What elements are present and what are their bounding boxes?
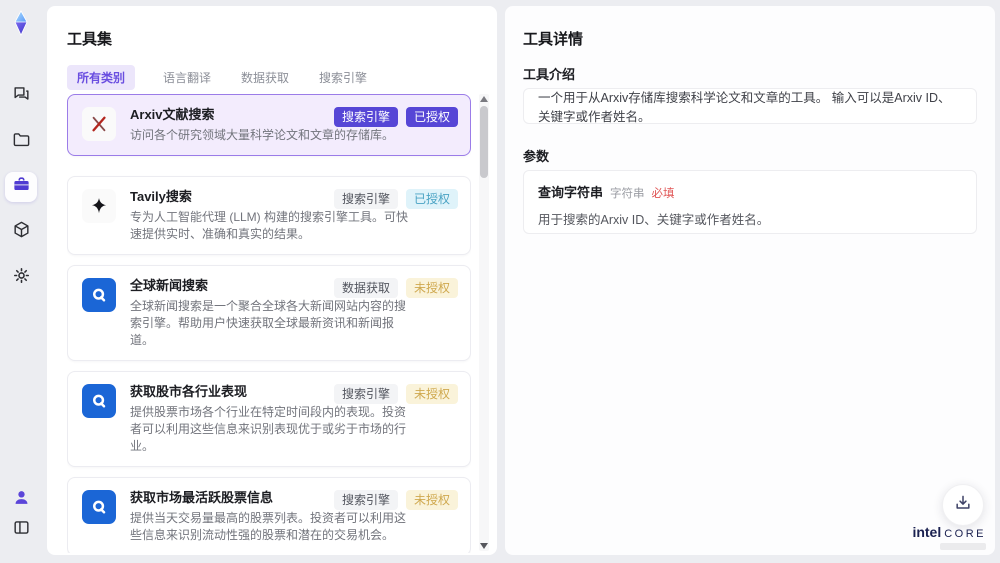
intro-text: 一个用于从Arxiv存储库搜索科学论文和文章的工具。 输入可以是Arxiv ID…: [538, 91, 951, 124]
status-badge: 未授权: [405, 384, 458, 404]
tool-desc: 提供当天交易量最高的股票列表。投资者可以利用这些信息来识别流动性强的股票和潜在的…: [130, 511, 407, 542]
brand-watermark-bar: [940, 543, 986, 550]
tool-card-active-stocks[interactable]: 获取市场最活跃股票信息 提供当天交易量最高的股票列表。投资者可以利用这些信息来识…: [67, 477, 471, 553]
tool-desc: 提供股票市场各个行业在特定时间段内的表现。投资者可以利用这些信息来识别表现优于或…: [130, 405, 407, 453]
scroll-up-arrow-icon[interactable]: [480, 96, 488, 102]
sidebar: [0, 0, 42, 563]
tab-all-categories[interactable]: 所有类别: [67, 65, 136, 90]
sidebar-item-chat[interactable]: [9, 84, 33, 108]
chat-icon: [12, 84, 31, 108]
tool-desc: 专为人工智能代理 (LLM) 构建的搜索引擎工具。可快速提供实时、准确和真实的结…: [130, 210, 409, 241]
param-desc: 用于搜索的Arxiv ID、关键字或作者姓名。: [538, 213, 770, 227]
tab-search-engine[interactable]: 搜索引擎: [317, 65, 369, 90]
briefcase-icon: [12, 175, 31, 199]
tool-card-global-news[interactable]: 全球新闻搜索 全球新闻搜索是一个聚合全球各大新闻网站内容的搜索引擎。帮助用户快速…: [67, 265, 471, 361]
status-badge: 已授权: [405, 189, 458, 209]
tool-desc: 全球新闻搜索是一个聚合全球各大新闻网站内容的搜索引擎。帮助用户快速获取全球最新资…: [130, 299, 407, 347]
tool-list: Arxiv文献搜索 访问各个研究领域大量科学论文和文章的存储库。 搜索引擎 已授…: [67, 94, 471, 553]
sidebar-item-models[interactable]: [9, 220, 33, 244]
sidebar-item-files[interactable]: [9, 130, 33, 154]
tool-tags: 搜索引擎 已授权: [333, 189, 458, 209]
status-badge: 已授权: [405, 107, 458, 127]
arxiv-logo-icon: [82, 107, 116, 141]
tab-data-fetch[interactable]: 数据获取: [239, 65, 291, 90]
tool-desc: 访问各个研究领域大量科学论文和文章的存储库。: [130, 128, 395, 142]
download-button[interactable]: [942, 484, 984, 526]
tavily-star-icon: [82, 189, 116, 223]
tab-language-translation[interactable]: 语言翻译: [161, 65, 213, 90]
category-tag: 数据获取: [333, 278, 398, 298]
tool-details-panel: 工具详情 工具介绍 一个用于从Arxiv存储库搜索科学论文和文章的工具。 输入可…: [505, 6, 995, 555]
tool-card-stock-sectors[interactable]: 获取股市各行业表现 提供股票市场各个行业在特定时间段内的表现。投资者可以利用这些…: [67, 371, 471, 467]
category-tabs: 所有类别 语言翻译 数据获取 搜索引擎: [67, 65, 369, 90]
news-q-icon: [82, 278, 116, 312]
core-logo-text: CORE: [944, 528, 986, 540]
intel-logo-text: intel: [912, 524, 942, 540]
news-q-icon: [82, 384, 116, 418]
tool-tags: 数据获取 未授权: [333, 278, 458, 298]
news-q-icon: [82, 490, 116, 524]
download-icon: [953, 493, 973, 518]
category-tag: 搜索引擎: [333, 189, 398, 209]
sidebar-item-tools[interactable]: [5, 172, 37, 202]
app-window: 工具集 所有类别 语言翻译 数据获取 搜索引擎 Arxiv文献搜索 访问各个研究…: [0, 0, 1000, 563]
user-icon: [12, 488, 31, 512]
status-badge: 未授权: [405, 490, 458, 510]
sidebar-item-collapse[interactable]: [9, 518, 33, 542]
category-tag: 搜索引擎: [333, 107, 398, 127]
folder-icon: [12, 130, 31, 154]
param-name: 查询字符串: [538, 185, 604, 200]
details-title: 工具详情: [523, 31, 584, 48]
param-box: 查询字符串 字符串 必填 用于搜索的Arxiv ID、关键字或作者姓名。: [523, 170, 977, 234]
category-tag: 搜索引擎: [333, 490, 398, 510]
tool-card-tavily[interactable]: Tavily搜索 专为人工智能代理 (LLM) 构建的搜索引擎工具。可快速提供实…: [67, 176, 471, 255]
cube-icon: [12, 220, 31, 244]
intel-core-branding: intel CORE: [912, 524, 986, 550]
tool-tags: 搜索引擎 未授权: [333, 384, 458, 404]
params-heading: 参数: [523, 149, 550, 164]
intro-heading: 工具介绍: [523, 67, 576, 82]
status-badge: 未授权: [405, 278, 458, 298]
gear-icon: [12, 266, 31, 290]
tool-tags: 搜索引擎 已授权: [333, 107, 458, 127]
sidebar-item-settings[interactable]: [9, 266, 33, 290]
intro-box: 一个用于从Arxiv存储库搜索科学论文和文章的工具。 输入可以是Arxiv ID…: [523, 88, 977, 124]
panel-icon: [12, 518, 31, 542]
scroll-down-arrow-icon[interactable]: [480, 543, 488, 549]
param-type: 字符串: [610, 188, 645, 200]
toolset-title: 工具集: [67, 31, 113, 48]
param-required-badge: 必填: [651, 188, 675, 200]
category-tag: 搜索引擎: [333, 384, 398, 404]
tool-card-arxiv[interactable]: Arxiv文献搜索 访问各个研究领域大量科学论文和文章的存储库。 搜索引擎 已授…: [67, 94, 471, 156]
app-logo-icon: [8, 10, 34, 36]
sidebar-item-account[interactable]: [9, 488, 33, 512]
tool-tags: 搜索引擎 未授权: [333, 490, 458, 510]
scrollbar-thumb[interactable]: [480, 106, 488, 178]
tool-list-scrollbar[interactable]: [479, 94, 489, 551]
toolset-panel: 工具集 所有类别 语言翻译 数据获取 搜索引擎 Arxiv文献搜索 访问各个研究…: [47, 6, 497, 555]
